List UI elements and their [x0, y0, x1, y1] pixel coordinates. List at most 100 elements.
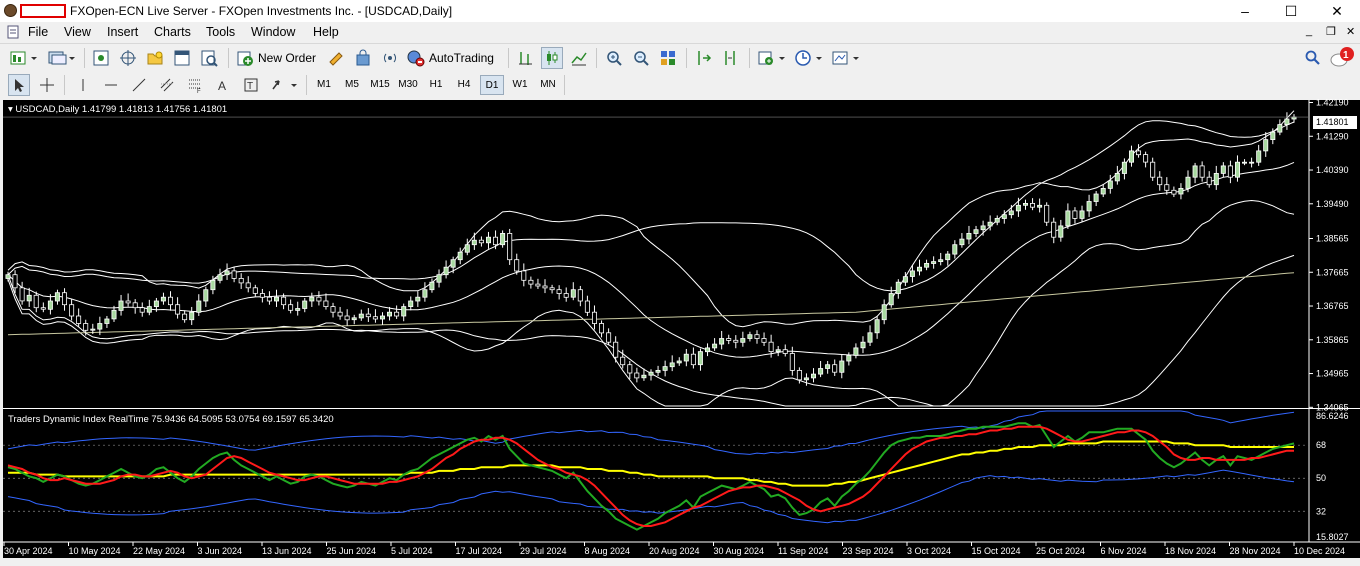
candle-body: [189, 311, 195, 321]
time-tick-label: 3 Jun 2024: [198, 546, 243, 556]
candle-body: [125, 300, 131, 304]
candle-body: [478, 239, 484, 244]
candle-body: [888, 293, 894, 306]
candle-body: [500, 232, 506, 246]
time-tick-label: 17 Jul 2024: [456, 546, 503, 556]
candle-body: [1065, 210, 1071, 227]
candle-body: [288, 304, 294, 311]
candle-body: [811, 373, 817, 379]
candle-body: [1235, 161, 1241, 178]
time-tick-label: 10 Dec 2024: [1294, 546, 1345, 556]
candle-body: [846, 354, 852, 362]
outer-lower-band-line: [7, 254, 1295, 407]
candle-body: [1100, 187, 1106, 195]
candle-body: [5, 274, 11, 279]
candle-body: [1079, 210, 1085, 219]
bottom-tab-strip: [0, 558, 1360, 566]
candle-body: [231, 270, 237, 279]
candle-body: [1213, 172, 1219, 186]
time-tick-label: 11 Sep 2024: [778, 546, 828, 556]
candle-body: [1227, 165, 1233, 178]
candle-body: [464, 244, 470, 253]
candle-body: [153, 300, 159, 307]
time-tick-label: 10 May 2024: [69, 546, 121, 556]
candle-body: [1178, 187, 1184, 195]
candle-body: [182, 313, 188, 321]
candle-body: [973, 229, 979, 234]
candle-body: [895, 281, 901, 294]
candle-body: [705, 347, 711, 353]
candle-body: [422, 289, 428, 298]
candle-body: [620, 356, 626, 366]
candle-body: [521, 270, 527, 281]
candle-body: [372, 316, 378, 320]
candle-body: [111, 309, 117, 320]
candle-body: [761, 338, 767, 343]
candle-body: [97, 323, 103, 330]
candle-body: [549, 287, 555, 291]
price-tick-label: 1.39490: [1316, 199, 1349, 209]
candle-body: [1037, 204, 1043, 208]
candle-body: [492, 236, 498, 246]
candle-body: [1171, 189, 1177, 195]
price-tick-label: 1.42190: [1316, 98, 1349, 108]
candle-body: [938, 259, 944, 263]
candle-body: [450, 259, 456, 268]
candle-body: [528, 279, 534, 285]
time-tick-label: 20 Aug 2024: [649, 546, 700, 556]
candle-body: [1093, 193, 1099, 202]
price-tick-label: 1.40390: [1316, 165, 1349, 175]
candle-body: [203, 289, 209, 302]
chart-canvas[interactable]: 1.42190 1.41290 1.40390 1.39490 1.38565 1.376…: [0, 0, 1360, 566]
candle-body: [931, 261, 937, 264]
candle-body: [401, 306, 407, 317]
candle-body: [1242, 161, 1248, 164]
candle-body: [1072, 210, 1078, 219]
candle-body: [952, 244, 958, 255]
candle-body: [966, 232, 972, 240]
candle-body: [754, 334, 760, 339]
candle-body: [259, 293, 265, 298]
candle-body: [175, 304, 181, 315]
time-tick-label: 18 Nov 2024: [1165, 546, 1216, 556]
candle-body: [302, 300, 308, 309]
candle-body: [740, 338, 746, 343]
candle-body: [1044, 204, 1050, 223]
candle-body: [627, 364, 633, 374]
time-tick-label: 13 Jun 2024: [262, 546, 312, 556]
candle-body: [669, 362, 675, 368]
candle-body: [902, 276, 908, 283]
time-tick-label: 15 Oct 2024: [972, 546, 1021, 556]
candle-body: [1164, 184, 1170, 191]
candle-body: [733, 339, 739, 343]
time-tick-label: 23 Sep 2024: [843, 546, 894, 556]
candle-body: [1129, 150, 1135, 163]
candle-body: [132, 302, 138, 309]
candle-body: [1270, 131, 1276, 141]
candle-body: [351, 317, 357, 321]
candle-body: [224, 270, 230, 276]
candle-body: [577, 289, 583, 302]
candle-body: [959, 238, 965, 246]
candle-body: [415, 296, 421, 302]
candle-body: [782, 349, 788, 354]
candle-body: [90, 328, 96, 331]
candle-body: [1249, 161, 1255, 164]
candle-body: [344, 315, 350, 321]
candle-body: [330, 306, 336, 313]
candle-body: [210, 279, 216, 291]
candle-body: [19, 287, 25, 302]
time-tick-label: 25 Jun 2024: [327, 546, 377, 556]
candle-body: [295, 308, 301, 311]
candle-body: [980, 225, 986, 231]
candle-body: [40, 307, 46, 310]
candle-body: [606, 332, 612, 343]
candle-body: [1277, 124, 1283, 133]
indicator-axis-label: 50: [1316, 473, 1326, 483]
candle-body: [62, 292, 68, 306]
candle-body: [860, 341, 866, 349]
candle-body: [599, 323, 605, 334]
time-tick-label: 8 Aug 2024: [585, 546, 631, 556]
price-tick-label: 1.37665: [1316, 267, 1349, 277]
time-tick-label: 30 Aug 2024: [714, 546, 765, 556]
